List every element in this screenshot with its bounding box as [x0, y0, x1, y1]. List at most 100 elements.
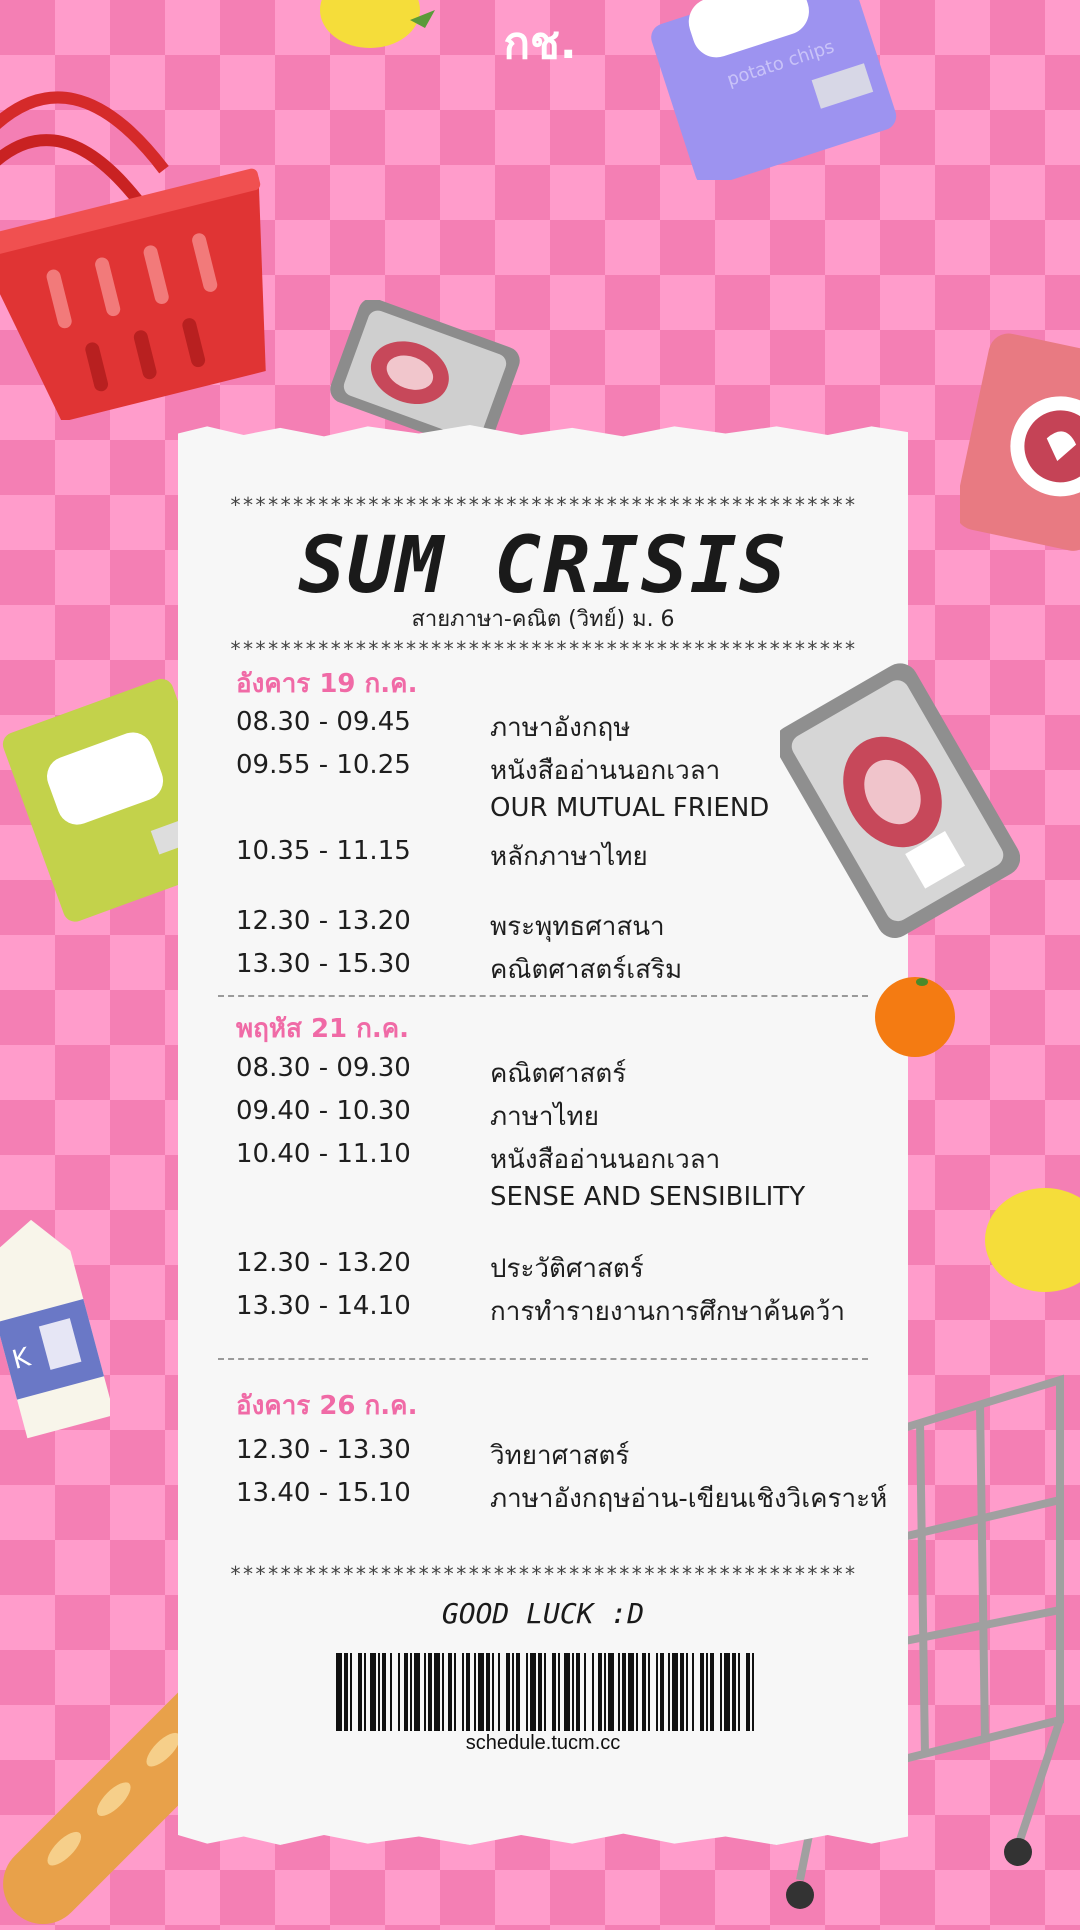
- schedule-time: 13.30 - 15.30: [236, 949, 411, 979]
- schedule-subject: คณิตศาสตร์: [490, 1059, 627, 1089]
- barcode-bar: [364, 1653, 366, 1731]
- barcode-bar: [378, 1653, 380, 1731]
- barcode-bar: [358, 1653, 362, 1731]
- barcode-bar: [724, 1653, 730, 1731]
- barcode-bar: [530, 1653, 536, 1731]
- barcode-image: [336, 1653, 754, 1731]
- barcode-bar: [656, 1653, 658, 1731]
- barcode-bar: [706, 1653, 708, 1731]
- schedule-subject: การทำรายงานการศึกษาค้นคว้า: [490, 1297, 845, 1327]
- schedule-subject: ภาษาอังกฤษอ่าน-เขียนเชิงวิเคราะห์: [490, 1484, 888, 1514]
- section-divider: [218, 1358, 868, 1360]
- barcode-bar: [404, 1653, 408, 1731]
- separator-stars-header: ****************************************…: [229, 637, 857, 661]
- schedule-time: 13.40 - 15.10: [236, 1478, 411, 1508]
- schedule-time: 12.30 - 13.20: [236, 1248, 411, 1278]
- barcode-bar: [512, 1653, 514, 1731]
- schedule-subject: ภาษาไทย: [490, 1102, 599, 1132]
- separator-stars-top: ****************************************…: [229, 493, 857, 517]
- chips-bag-purple-illustration: potato chips: [651, 0, 897, 180]
- milk-carton-illustration: K: [0, 1219, 110, 1439]
- lemon-top-illustration: [320, 0, 435, 48]
- barcode-bar: [746, 1653, 750, 1731]
- barcode-bar: [668, 1653, 670, 1731]
- barcode-bar: [636, 1653, 638, 1731]
- barcode-bar: [516, 1653, 520, 1731]
- barcode-url: schedule.tucm.cc: [465, 1732, 621, 1754]
- section-divider: [218, 995, 868, 997]
- barcode-bar: [648, 1653, 650, 1731]
- schedule-subject: ประวัติศาสตร์: [490, 1254, 644, 1284]
- schedule-subject: หนังสืออ่านนอกเวลา: [490, 756, 721, 786]
- schedule-subject: วิทยาศาสตร์: [490, 1441, 630, 1471]
- schedule-subject: OUR MUTUAL FRIEND: [490, 793, 770, 823]
- barcode-bar: [710, 1653, 714, 1731]
- barcode-bar: [692, 1653, 694, 1731]
- barcode-bar: [720, 1653, 722, 1731]
- schedule-receipt: ****************************************…: [178, 425, 908, 1845]
- barcode-bar: [526, 1653, 528, 1731]
- barcode-bar: [564, 1653, 570, 1731]
- barcode-bar: [454, 1653, 456, 1731]
- schedule-time: 12.30 - 13.20: [236, 906, 411, 936]
- barcode-bar: [506, 1653, 510, 1731]
- schedule-subject: หนังสืออ่านนอกเวลา: [490, 1145, 721, 1175]
- barcode-bar: [410, 1653, 412, 1731]
- day-heading: พฤหัส 21 ก.ค.: [236, 1014, 410, 1044]
- barcode-bar: [448, 1653, 452, 1731]
- day-heading: อังคาร 26 ก.ค.: [236, 1391, 418, 1421]
- barcode-bar: [552, 1653, 556, 1731]
- barcode-bar: [680, 1653, 684, 1731]
- shopping-basket-illustration: [0, 91, 266, 420]
- schedule-subject: SENSE AND SENSIBILITY: [490, 1182, 806, 1212]
- lemon-right-illustration: [985, 1188, 1080, 1292]
- schedule-time: 09.55 - 10.25: [236, 750, 411, 780]
- good-luck-message: GOOD LUCK :D: [441, 1597, 645, 1630]
- separator-stars-footer: ****************************************…: [229, 1562, 857, 1586]
- schedule-time: 09.40 - 10.30: [236, 1096, 411, 1126]
- barcode-bar: [576, 1653, 580, 1731]
- barcode-bar: [428, 1653, 432, 1731]
- schedule-subject: ภาษาอังกฤษ: [490, 713, 631, 743]
- barcode-bar: [660, 1653, 664, 1731]
- barcode-bar: [538, 1653, 542, 1731]
- barcode-bar: [592, 1653, 594, 1731]
- meat-tray-top-illustration: [330, 300, 520, 450]
- schedule-subject: พระพุทธศาสนา: [490, 912, 665, 942]
- barcode-bar: [478, 1653, 484, 1731]
- barcode-bar: [628, 1653, 634, 1731]
- schedule-time: 10.40 - 11.10: [236, 1139, 411, 1169]
- barcode-bar: [738, 1653, 740, 1731]
- barcode-bar: [604, 1653, 606, 1731]
- barcode-bar: [752, 1653, 754, 1731]
- schedule-time: 13.30 - 14.10: [236, 1291, 411, 1321]
- barcode-bar: [414, 1653, 420, 1731]
- barcode-bar: [442, 1653, 444, 1731]
- barcode-bar: [618, 1653, 620, 1731]
- schedule-time: 08.30 - 09.45: [236, 707, 411, 737]
- barcode-bar: [700, 1653, 704, 1731]
- day-heading: อังคาร 19 ก.ค.: [236, 669, 418, 699]
- barcode-bar: [544, 1653, 546, 1731]
- barcode-bar: [486, 1653, 490, 1731]
- barcode-bar: [672, 1653, 678, 1731]
- barcode-bar: [732, 1653, 736, 1731]
- barcode-bar: [622, 1653, 626, 1731]
- barcode-bar: [398, 1653, 400, 1731]
- barcode-bar: [390, 1653, 392, 1731]
- barcode-bar: [492, 1653, 494, 1731]
- barcode-bar: [598, 1653, 602, 1731]
- barcode-bar: [466, 1653, 470, 1731]
- barcode-bar: [558, 1653, 560, 1731]
- schedule-subject: คณิตศาสตร์เสริม: [490, 955, 683, 985]
- schedule-subject: หลักภาษาไทย: [490, 842, 648, 872]
- barcode-bar: [462, 1653, 464, 1731]
- barcode-bar: [498, 1653, 500, 1731]
- barcode-bar: [642, 1653, 646, 1731]
- barcode-bar: [434, 1653, 440, 1731]
- barcode-bar: [584, 1653, 586, 1731]
- barcode-bar: [608, 1653, 614, 1731]
- barcode-bar: [350, 1653, 352, 1731]
- barcode-bar: [474, 1653, 476, 1731]
- schedule-time: 10.35 - 11.15: [236, 836, 411, 866]
